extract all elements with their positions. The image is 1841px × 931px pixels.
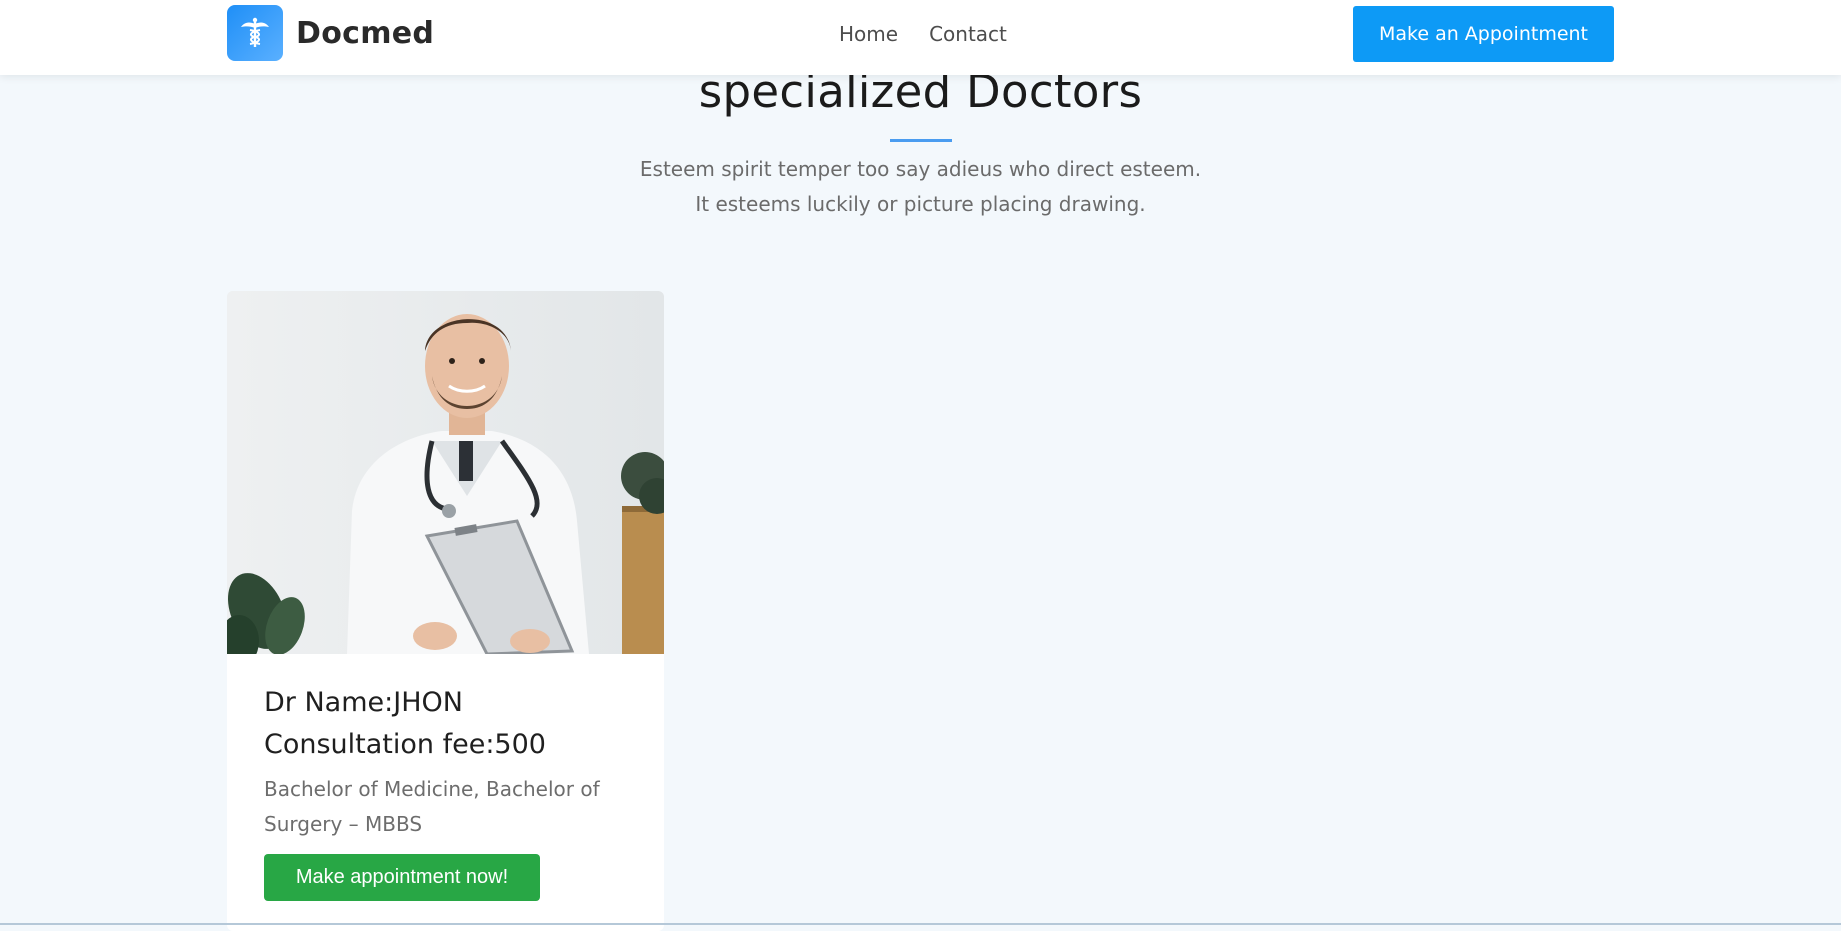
section-subtitle: Esteem spirit temper too say adieus who … [0,152,1841,222]
consultation-fee: Consultation fee:500 [264,729,546,760]
nav-link-contact[interactable]: Contact [929,20,1007,48]
brand-name: Docmed [296,15,435,51]
title-divider [890,139,952,142]
make-appointment-now-button[interactable]: Make appointment now! [264,854,540,901]
navbar: Docmed Home Contact Make an Appointment [0,0,1841,75]
doctor-card: Dr Name:JHON Consultation fee:500 Bachel… [227,291,664,931]
brand[interactable]: Docmed [227,5,434,61]
main-nav: Home Contact [839,20,1038,48]
nav-link-home[interactable]: Home [839,20,898,48]
caduceus-icon [227,5,283,61]
doctor-photo [227,291,664,654]
doctor-card-body: Dr Name:JHON Consultation fee:500 Bachel… [227,654,664,901]
subtitle-line-2: It esteems luckily or picture placing dr… [695,192,1146,216]
subtitle-line-1: Esteem spirit temper too say adieus who … [639,157,1202,181]
make-appointment-button[interactable]: Make an Appointment [1353,6,1614,62]
doctor-name: Dr Name:JHON [264,687,463,718]
doctor-degree: Bachelor of Medicine, Bachelor of Surger… [264,777,600,836]
